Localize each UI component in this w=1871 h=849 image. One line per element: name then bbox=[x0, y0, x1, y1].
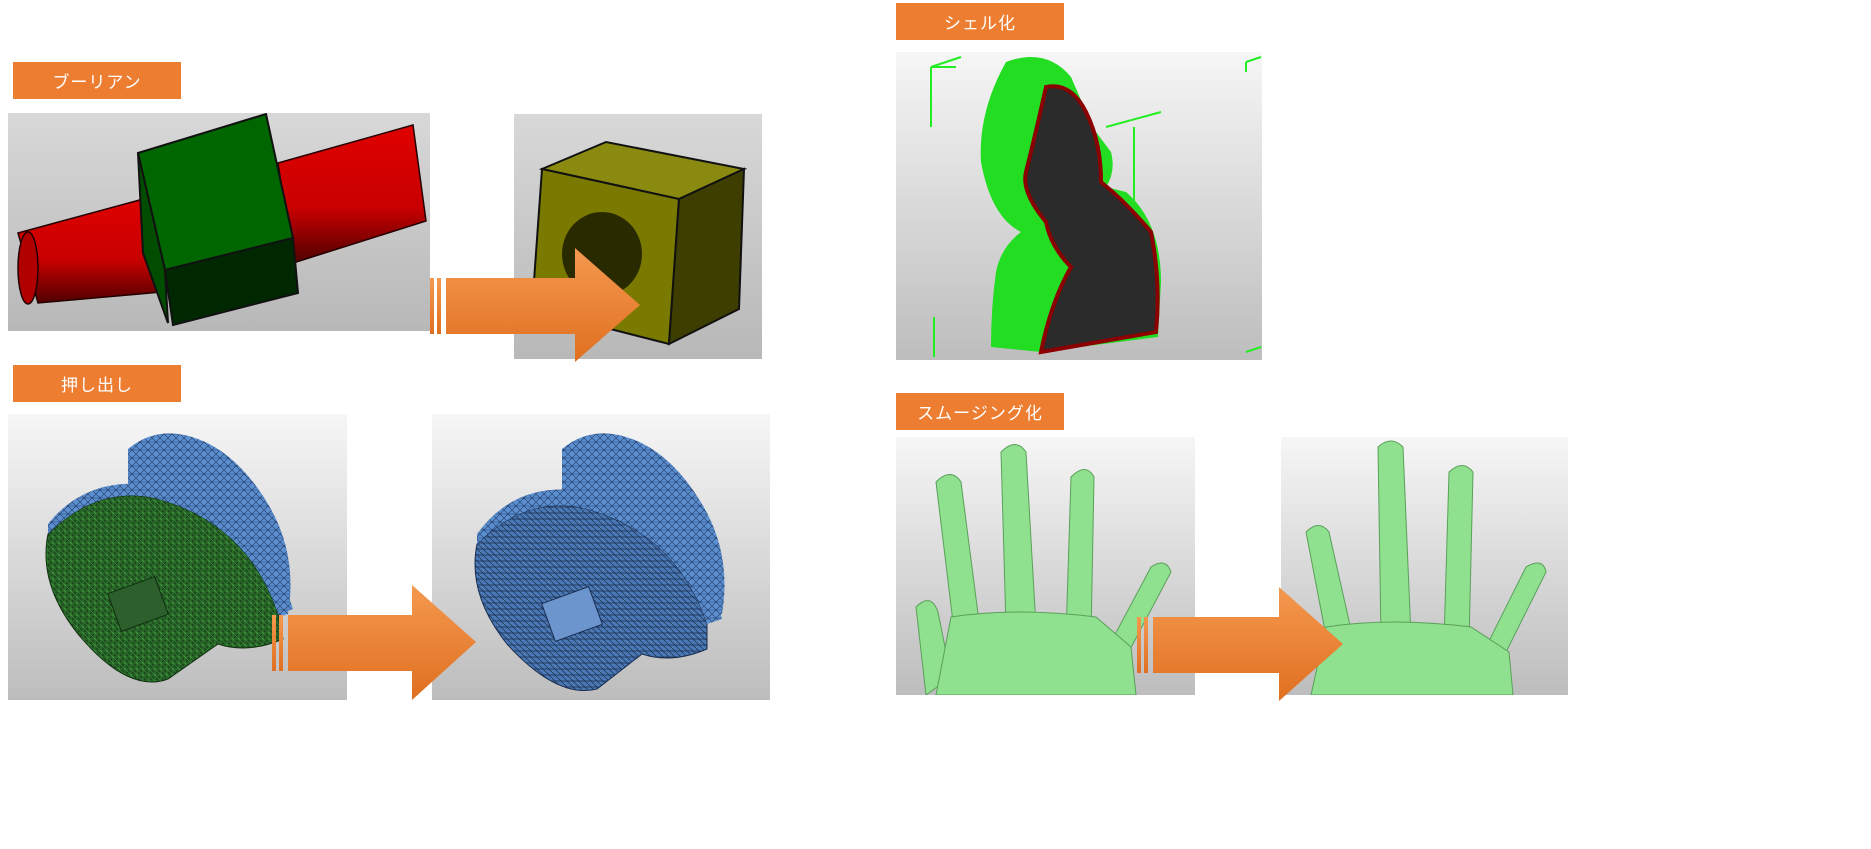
section-label-boolean: ブーリアン bbox=[13, 62, 181, 99]
arrow-right-icon bbox=[1137, 587, 1345, 701]
arrow-right-icon bbox=[430, 248, 642, 362]
section-label-smoothing: スムージング化 bbox=[896, 393, 1064, 430]
section-label-extrude: 押し出し bbox=[13, 365, 181, 402]
section-label-shell: シェル化 bbox=[896, 3, 1064, 40]
extrude-after-image bbox=[432, 414, 770, 700]
arrow-right-icon bbox=[272, 585, 477, 700]
boolean-before-image bbox=[8, 113, 430, 331]
shell-image bbox=[896, 52, 1262, 360]
